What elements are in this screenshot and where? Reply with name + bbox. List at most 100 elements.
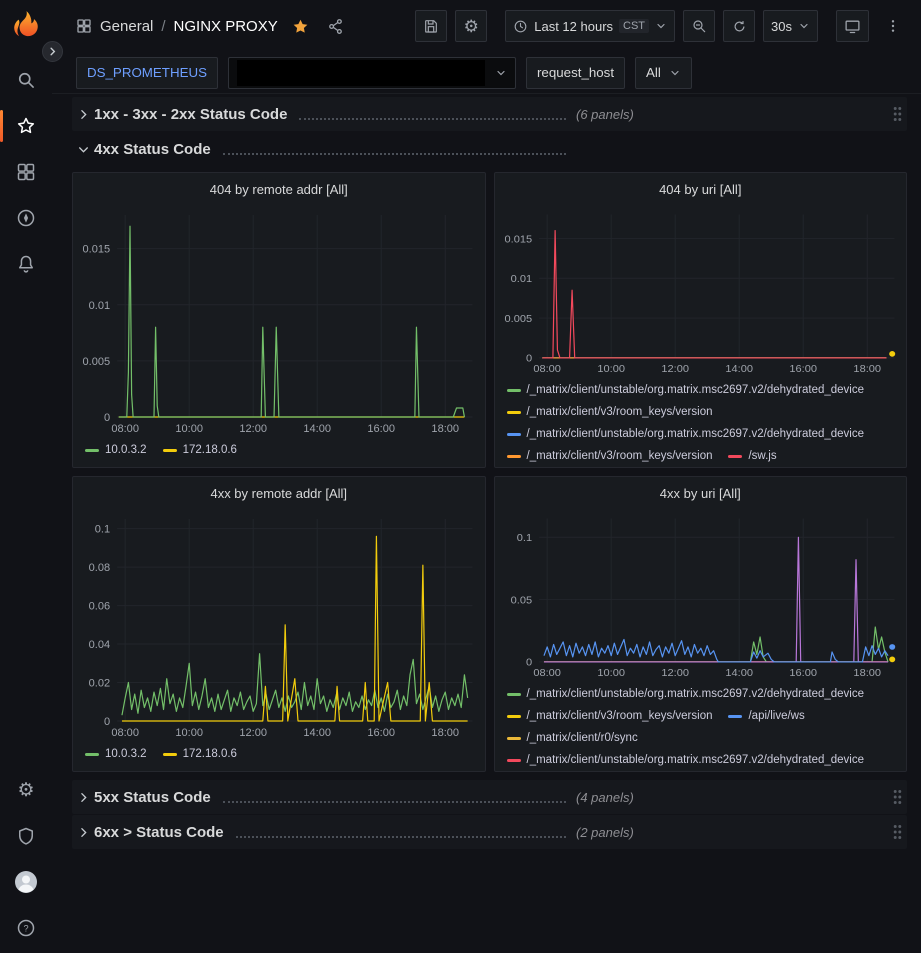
- legend-series-label: /_matrix/client/unstable/org.matrix.msc2…: [527, 749, 865, 771]
- svg-text:0: 0: [525, 657, 531, 669]
- panel-404-by-remote-addr: 404 by remote addr [All] 08:0010:0012:00…: [72, 172, 486, 468]
- row-title: 1xx - 3xx - 2xx Status Code: [94, 106, 287, 123]
- legend-item[interactable]: /api/live/ws: [728, 705, 804, 727]
- dashboard-settings-button[interactable]: ⚙: [455, 10, 487, 42]
- svg-text:14:00: 14:00: [303, 423, 331, 435]
- panel-legend: 10.0.3.2 172.18.0.6: [73, 437, 485, 461]
- row-drag-handle[interactable]: [892, 106, 903, 123]
- time-range-picker[interactable]: Last 12 hours CST: [505, 10, 675, 42]
- svg-text:0.02: 0.02: [89, 678, 110, 690]
- legend-series-swatch: [507, 433, 521, 436]
- variable-value-dropdown[interactable]: [228, 57, 516, 89]
- sidebar-item-explore[interactable]: [0, 195, 52, 241]
- refresh-interval-label: 30s: [771, 19, 792, 34]
- row-toggle[interactable]: 4xx Status Code: [94, 141, 576, 158]
- legend-item[interactable]: /sw.js: [728, 445, 776, 467]
- chevron-right-icon: [47, 46, 58, 57]
- refresh-interval-picker[interactable]: 30s: [763, 10, 818, 42]
- variables-toolbar: DS_PROMETHEUS request_host All: [52, 52, 921, 94]
- sidebar-item-starred[interactable]: [0, 103, 52, 149]
- svg-text:0.08: 0.08: [89, 562, 110, 574]
- sidebar-item-server-admin[interactable]: [0, 813, 52, 859]
- sidebar-expand-toggle[interactable]: [42, 41, 63, 62]
- svg-text:12:00: 12:00: [661, 363, 689, 375]
- panel-title[interactable]: 4xx by remote addr [All]: [73, 477, 485, 509]
- chevron-right-icon[interactable]: [72, 826, 94, 839]
- compass-icon: [16, 208, 36, 228]
- clock-icon: [513, 19, 528, 34]
- legend-series-swatch: [507, 759, 521, 762]
- legend-series-label: /api/live/ws: [748, 705, 804, 727]
- panel-4xx-by-remote-addr: 4xx by remote addr [All] 08:0010:0012:00…: [72, 476, 486, 772]
- sidebar-item-search[interactable]: [0, 57, 52, 103]
- dashboard-canvas: 1xx - 3xx - 2xx Status Code (6 panels) 4…: [52, 94, 921, 849]
- legend-item[interactable]: 172.18.0.6: [163, 743, 237, 765]
- svg-text:08:00: 08:00: [533, 667, 561, 679]
- row-toggle[interactable]: 5xx Status Code: [94, 789, 576, 806]
- dashboard-title[interactable]: NGINX PROXY: [174, 18, 278, 35]
- panel-4xx-by-uri: 4xx by uri [All] 08:0010:0012:0014:0016:…: [494, 476, 908, 772]
- timeseries-chart[interactable]: 08:0010:0012:0014:0016:0018:0000.020.040…: [73, 509, 485, 741]
- legend-series-label: /sw.js: [748, 445, 776, 467]
- legend-item[interactable]: /_matrix/client/unstable/org.matrix.msc2…: [507, 423, 865, 445]
- zoom-out-button[interactable]: [683, 10, 715, 42]
- row-drag-handle[interactable]: [892, 824, 903, 841]
- sidebar-item-help[interactable]: ?: [0, 905, 52, 951]
- legend-item[interactable]: /_matrix/client/v3/room_keys/version: [507, 705, 713, 727]
- svg-text:0.05: 0.05: [510, 595, 531, 607]
- dotted-leader: [236, 831, 566, 838]
- sidebar-item-dashboards[interactable]: [0, 149, 52, 195]
- share-dashboard-button[interactable]: [327, 18, 344, 35]
- legend-series-swatch: [507, 389, 521, 392]
- svg-text:0.01: 0.01: [89, 300, 110, 312]
- legend-item[interactable]: /_matrix/client/unstable/org.matrix.msc2…: [507, 749, 865, 771]
- svg-text:10:00: 10:00: [175, 727, 203, 739]
- legend-item[interactable]: /_matrix/client/unstable/org.matrix.msc2…: [507, 683, 865, 705]
- favorite-star-button[interactable]: [292, 18, 309, 35]
- request-host-value-dropdown[interactable]: All: [635, 57, 692, 89]
- more-options-button[interactable]: [877, 10, 909, 42]
- legend-item[interactable]: /_matrix/client/v3/room_keys/version: [507, 445, 713, 467]
- refresh-button[interactable]: [723, 10, 755, 42]
- row-drag-handle[interactable]: [892, 789, 903, 806]
- legend-item[interactable]: /_matrix/client/v3/room_keys/version: [507, 401, 713, 423]
- svg-text:10:00: 10:00: [597, 363, 625, 375]
- datasource-variable[interactable]: DS_PROMETHEUS: [76, 57, 218, 89]
- legend-item[interactable]: 10.0.3.2: [85, 439, 147, 461]
- chevron-right-icon[interactable]: [72, 791, 94, 804]
- panel-title[interactable]: 404 by uri [All]: [495, 173, 907, 205]
- timeseries-chart[interactable]: 08:0010:0012:0014:0016:0018:0000.0050.01…: [73, 205, 485, 437]
- chevron-down-icon[interactable]: [72, 143, 94, 156]
- timezone-badge: CST: [619, 19, 649, 33]
- tv-mode-button[interactable]: [836, 10, 869, 42]
- save-dashboard-button[interactable]: [415, 10, 447, 42]
- grafana-logo[interactable]: [9, 9, 43, 43]
- panel-legend: /_matrix/client/unstable/org.matrix.msc2…: [495, 377, 907, 467]
- row-toggle[interactable]: 1xx - 3xx - 2xx Status Code: [94, 106, 576, 123]
- legend-series-swatch: [507, 693, 521, 696]
- row-toggle[interactable]: 6xx > Status Code: [94, 824, 576, 841]
- svg-text:12:00: 12:00: [239, 423, 267, 435]
- legend-series-swatch: [163, 753, 177, 756]
- row-panel-count: (4 panels): [576, 790, 634, 805]
- svg-text:18:00: 18:00: [853, 667, 881, 679]
- breadcrumb-folder[interactable]: General: [100, 18, 153, 35]
- legend-item[interactable]: 10.0.3.2: [85, 743, 147, 765]
- sidebar-item-alerting[interactable]: [0, 241, 52, 287]
- request-host-label[interactable]: request_host: [526, 57, 625, 89]
- timeseries-chart[interactable]: 08:0010:0012:0014:0016:0018:0000.0050.01…: [495, 205, 907, 377]
- svg-text:18:00: 18:00: [853, 363, 881, 375]
- panel-title[interactable]: 4xx by uri [All]: [495, 477, 907, 509]
- svg-text:16:00: 16:00: [367, 727, 395, 739]
- legend-item[interactable]: /_matrix/client/unstable/org.matrix.msc2…: [507, 379, 865, 401]
- panel-title[interactable]: 404 by remote addr [All]: [73, 173, 485, 205]
- svg-text:0.1: 0.1: [516, 532, 531, 544]
- sidebar-item-configuration[interactable]: ⚙: [0, 767, 52, 813]
- sidebar-bottom: ⚙ ?: [0, 767, 52, 953]
- chevron-right-icon[interactable]: [72, 108, 94, 121]
- timeseries-chart[interactable]: 08:0010:0012:0014:0016:0018:0000.050.1: [495, 509, 907, 681]
- sidebar-item-profile[interactable]: [0, 859, 52, 905]
- dashboard-grid-icon: [76, 18, 92, 34]
- legend-item[interactable]: 172.18.0.6: [163, 439, 237, 461]
- legend-item[interactable]: /_matrix/client/r0/sync: [507, 727, 638, 749]
